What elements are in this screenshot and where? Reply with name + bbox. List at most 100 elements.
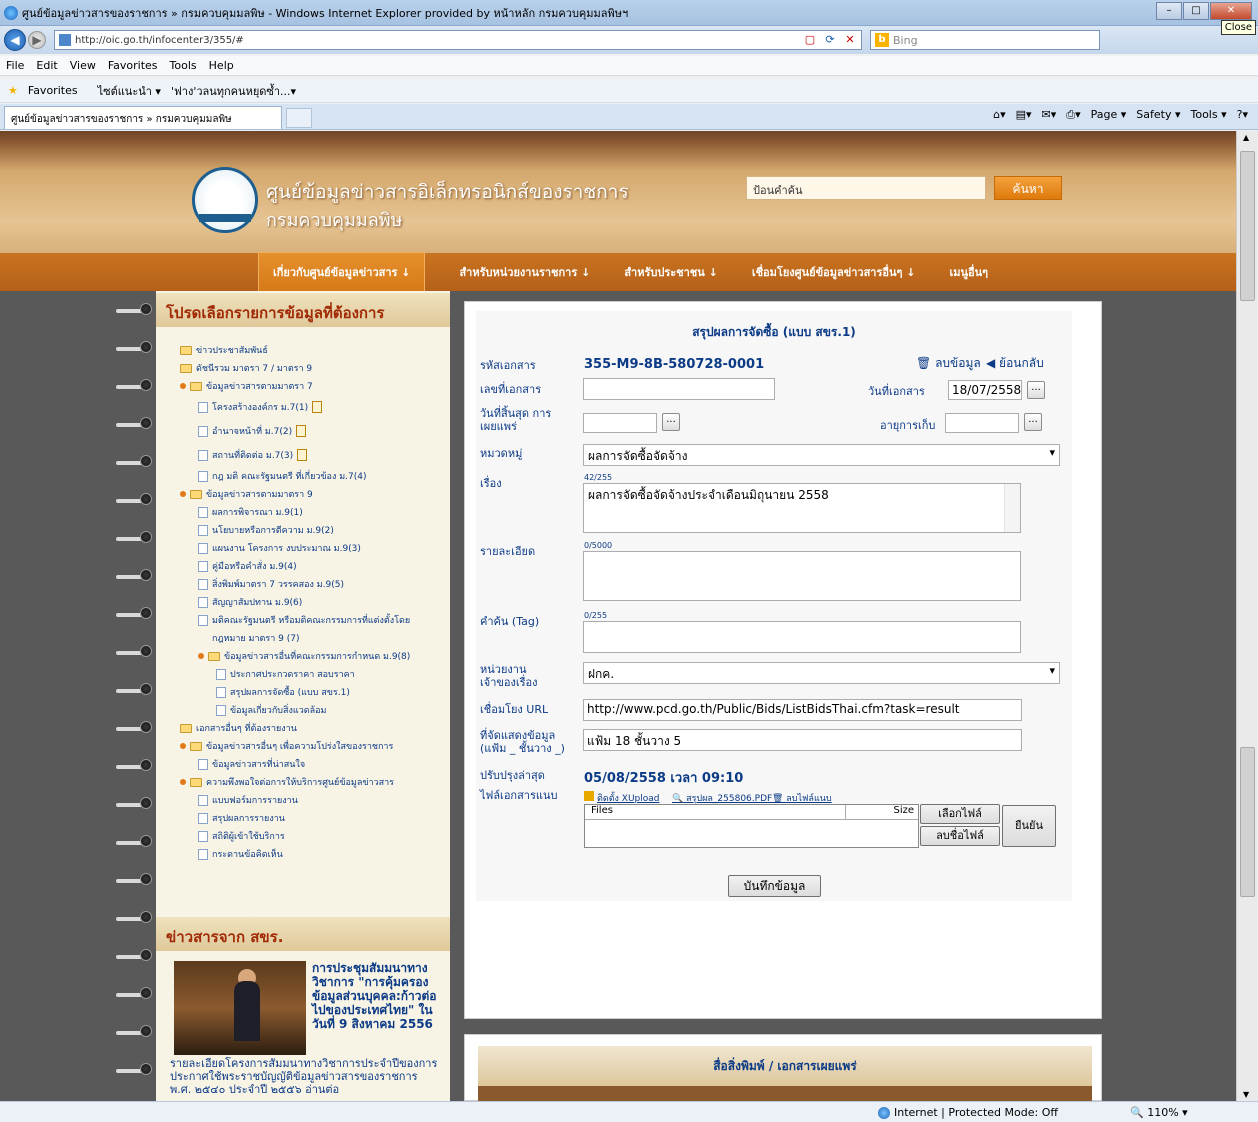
doc-no-input[interactable] — [583, 378, 775, 400]
confirm-upload-button[interactable]: ยืนยัน — [1002, 805, 1056, 847]
news-title[interactable]: การประชุมสัมมนาทางวิชาการ "การคุ้มครองข้… — [312, 961, 438, 1031]
install-xupload-link[interactable]: ติดตั้ง XUpload — [584, 791, 660, 805]
doc-date-input[interactable]: 18/07/2558 — [948, 380, 1022, 400]
safety-menu[interactable]: Safety ▾ — [1136, 108, 1180, 122]
zoom-level[interactable]: 🔍 110% ▾ — [1130, 1106, 1188, 1119]
tree-item[interactable]: ข่าวประชาสัมพันธ์ — [180, 341, 448, 359]
save-button[interactable]: บันทึกข้อมูล — [728, 875, 821, 897]
menu-tools[interactable]: Tools — [170, 59, 197, 72]
feeds-icon[interactable]: ▤▾ — [1016, 108, 1032, 122]
tree-item[interactable]: ข้อมูลข่าวสารที่น่าสนใจ — [180, 755, 448, 773]
tree-item[interactable]: ดัชนีรวม มาตรา 7 / มาตรา 9 — [180, 359, 448, 377]
tree-item[interactable]: สิ่งพิมพ์มาตรา 7 วรรคสอง ม.9(5) — [180, 575, 448, 593]
tree-item[interactable]: โครงสร้างองค์กร ม.7(1) — [180, 395, 448, 419]
files-list[interactable]: Files Size — [584, 804, 919, 848]
doc-date-picker-button[interactable]: ... — [1027, 381, 1045, 399]
delete-attachment-link[interactable]: 🗑 ลบไฟล์แนบ — [772, 791, 832, 805]
tree-item[interactable]: กฎหมาย มาตรา 9 (7) — [180, 629, 448, 647]
tree-item[interactable]: มติคณะรัฐมนตรี หรือมติคณะกรรมการที่แต่งต… — [180, 611, 448, 629]
menu-edit[interactable]: Edit — [36, 59, 57, 72]
retention-picker-button[interactable]: ... — [1024, 413, 1042, 431]
back-link[interactable]: ◀ ย้อนกลับ — [986, 357, 1044, 370]
category-select[interactable]: ผลการจัดซื้อจัดจ้าง — [583, 444, 1060, 466]
back-button[interactable]: ◀ — [4, 29, 26, 51]
mail-icon[interactable]: ✉▾ — [1042, 108, 1057, 122]
tree-item[interactable]: ความพึงพอใจต่อการให้บริการศูนย์ข้อมูลข่า… — [180, 773, 448, 791]
tree-item[interactable]: อำนาจหน้าที่ ม.7(2) — [180, 419, 448, 443]
site-logo[interactable] — [192, 167, 258, 233]
maximize-button[interactable]: □ — [1183, 2, 1209, 20]
nav-about[interactable]: เกี่ยวกับศูนย์ข้อมูลข่าวสาร ↓ — [258, 252, 426, 292]
subject-text: ผลการจัดซื้อจัดจ้างประจำเดือนมิถุนายน 25… — [588, 488, 829, 502]
tree-item[interactable]: สัญญาสัมปทาน ม.9(6) — [180, 593, 448, 611]
tree-item[interactable]: กฎ มติ คณะรัฐมนตรี ที่เกี่ยวข้อง ม.7(4) — [180, 467, 448, 485]
tab-current[interactable]: ศูนย์ข้อมูลข่าวสารของราชการ » กรมควบคุมม… — [4, 106, 282, 129]
page-menu[interactable]: Page ▾ — [1091, 108, 1127, 122]
tree-item[interactable]: สรุปผลการรายงาน — [180, 809, 448, 827]
tree-item[interactable]: ข้อมูลข่าวสารตามมาตรา 7 — [180, 377, 448, 395]
scroll-down-arrow[interactable]: ▼ — [1243, 1090, 1249, 1099]
tree-item[interactable]: ประกาศประกวดราคา สอบราคา — [180, 665, 448, 683]
minimize-button[interactable]: – — [1156, 2, 1182, 20]
close-button[interactable]: ✕ — [1210, 2, 1252, 20]
url-input[interactable]: http://www.pcd.go.th/Public/Bids/ListBid… — [583, 699, 1022, 721]
tree-item[interactable]: สถิติผู้เข้าใช้บริการ — [180, 827, 448, 845]
favorites-button[interactable]: ★ Favorites — [8, 84, 88, 97]
help-icon[interactable]: ?▾ — [1237, 108, 1248, 122]
new-tab-button[interactable] — [286, 108, 312, 128]
site-search-input[interactable]: ป้อนคำค้น — [746, 176, 986, 200]
search-box[interactable]: b Bing — [870, 30, 1100, 50]
subject-textarea[interactable]: ผลการจัดซื้อจัดจ้างประจำเดือนมิถุนายน 25… — [583, 483, 1021, 533]
nav-public[interactable]: สำหรับประชาชน ↓ — [624, 263, 718, 281]
tree-item[interactable]: ข้อมูลข่าวสารตามมาตรา 9 — [180, 485, 448, 503]
nav-government[interactable]: สำหรับหน่วยงานราชการ ↓ — [459, 263, 590, 281]
nav-more[interactable]: เมนูอื่นๆ — [949, 263, 988, 281]
tools-menu[interactable]: Tools ▾ — [1191, 108, 1227, 122]
scrollbar-thumb-lower[interactable] — [1240, 747, 1255, 897]
print-icon[interactable]: ⎙▾ — [1066, 108, 1080, 122]
tree-item[interactable]: นโยบายหรือการตีความ ม.9(2) — [180, 521, 448, 539]
forward-button[interactable]: ▶ — [28, 31, 46, 49]
scrollbar-thumb[interactable] — [1240, 151, 1255, 301]
attach-label: ไฟล์เอกสารแนบ — [480, 789, 558, 802]
menu-favorites[interactable]: Favorites — [108, 59, 158, 72]
tree-item[interactable]: ข้อมูลข่าวสารอื่นที่คณะกรรมการกำหนด ม.9(… — [180, 647, 448, 665]
nav-links[interactable]: เชื่อมโยงศูนย์ข้อมูลข่าวสารอื่นๆ ↓ — [752, 263, 916, 281]
zone-status[interactable]: Internet | Protected Mode: Off — [878, 1106, 1058, 1119]
tree-item[interactable]: สถานที่ติดต่อ ม.7(3) — [180, 443, 448, 467]
choose-file-button[interactable]: เลือกไฟล์ — [920, 804, 1000, 824]
menu-file[interactable]: File — [6, 59, 24, 72]
retention-input[interactable] — [945, 413, 1019, 433]
site-search-button[interactable]: ค้นหา — [994, 176, 1062, 200]
menu-view[interactable]: View — [70, 59, 96, 72]
tree-item[interactable]: แผนงาน โครงการ งบประมาณ ม.9(3) — [180, 539, 448, 557]
tree-item[interactable]: ผลการพิจารณา ม.9(1) — [180, 503, 448, 521]
tree-item[interactable]: แบบฟอร์มการรายงาน — [180, 791, 448, 809]
compat-view-icon[interactable]: ▢ — [801, 32, 819, 48]
scroll-up-arrow[interactable]: ▲ — [1243, 133, 1249, 142]
fav-item[interactable]: ไซต์แนะนำ ▾ — [98, 82, 161, 100]
tree-item[interactable]: ข้อมูลเกี่ยวกับสิ่งแวดล้อม — [180, 701, 448, 719]
tree-item[interactable]: เอกสารอื่นๆ ที่ต้องรายงาน — [180, 719, 448, 737]
end-date-input[interactable] — [583, 413, 657, 433]
menu-help[interactable]: Help — [209, 59, 234, 72]
page-scrollbar[interactable]: ▲ ▼ — [1236, 131, 1258, 1101]
attachment-pdf-link[interactable]: 🔍 สรุปผล_255806.PDF — [672, 791, 772, 805]
address-bar[interactable]: http://oic.go.th/infocenter3/355/# ▢ ⟳ ✕ — [54, 30, 862, 50]
end-date-picker-button[interactable]: ... — [662, 413, 680, 431]
owner-select[interactable]: ฝกค. — [583, 662, 1060, 684]
tree-item[interactable]: ข้อมูลข่าวสารอื่นๆ เพื่อความโปร่งใสของรา… — [180, 737, 448, 755]
tag-textarea[interactable] — [583, 621, 1021, 653]
stop-icon[interactable]: ✕ — [841, 32, 859, 48]
remove-file-button[interactable]: ลบชื่อไฟล์ — [920, 826, 1000, 846]
tree-item[interactable]: กระดานข้อคิดเห็น — [180, 845, 448, 863]
refresh-icon[interactable]: ⟳ — [821, 32, 839, 48]
home-icon[interactable]: ⌂▾ — [993, 108, 1006, 122]
location-input[interactable]: แฟ้ม 18 ชั้นวาง 5 — [583, 729, 1022, 751]
delete-link[interactable]: 🗑 ลบข้อมูล — [916, 357, 981, 370]
tree-item[interactable]: สรุปผลการจัดซื้อ (แบบ สขร.1) — [180, 683, 448, 701]
news-photo[interactable] — [174, 961, 306, 1055]
fav-item[interactable]: 'ฟาง'วลนทุกคนหยุดซ้ำ...▾ — [171, 82, 296, 100]
tree-item[interactable]: คู่มือหรือคำสั่ง ม.9(4) — [180, 557, 448, 575]
detail-textarea[interactable] — [583, 551, 1021, 601]
